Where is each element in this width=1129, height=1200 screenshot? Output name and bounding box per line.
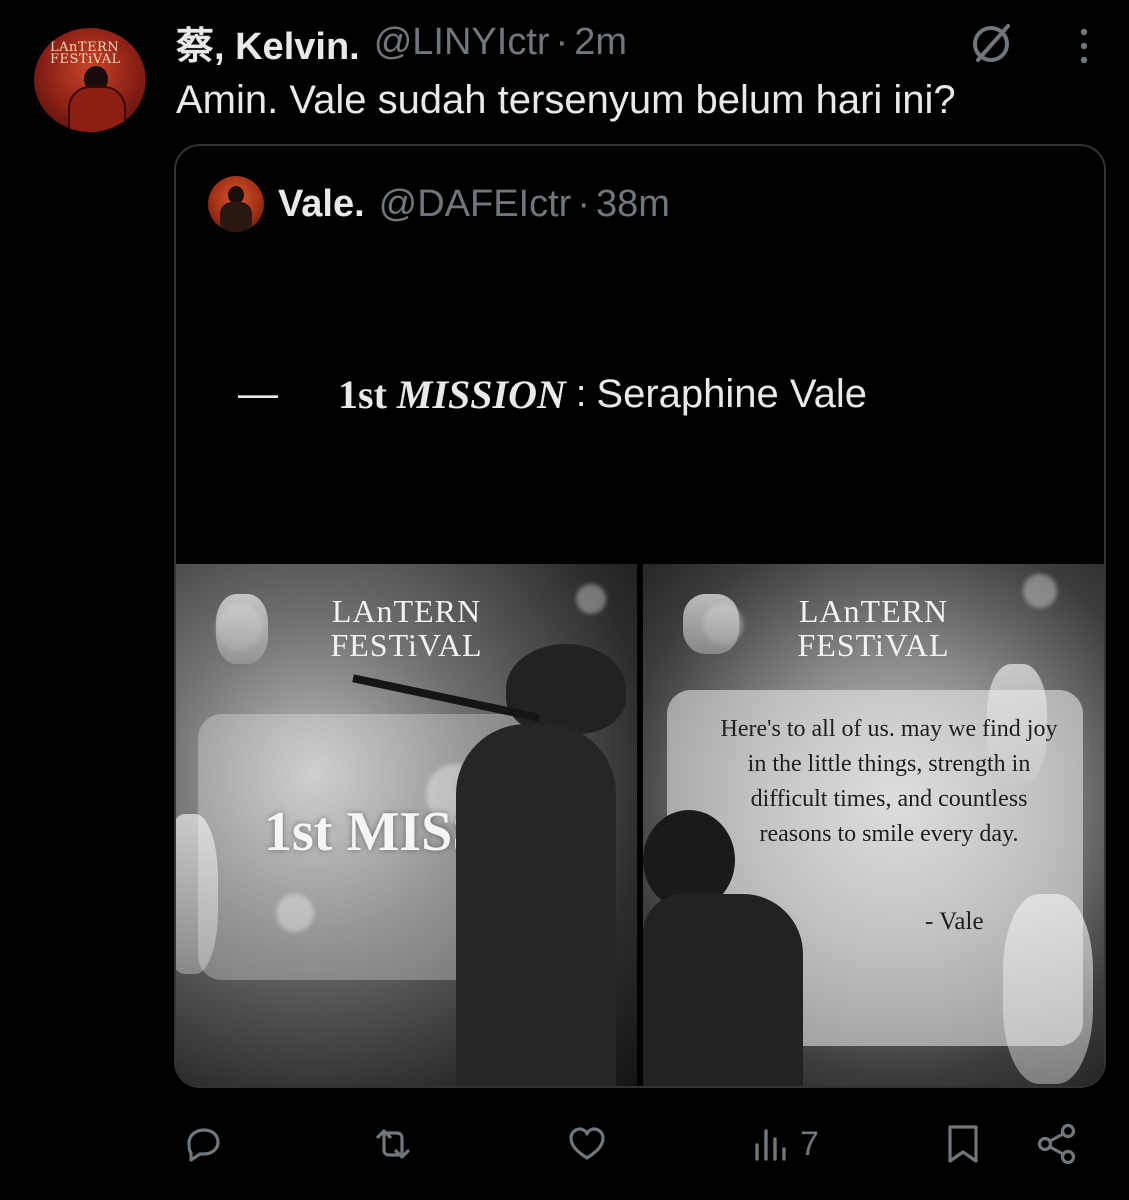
quoted-timestamp[interactable]: 38m (596, 183, 670, 226)
tweet-action-bar: 7 (0, 1120, 1129, 1170)
quoted-tweet-text: — 1st MISSION : Seraphine Vale (238, 364, 867, 424)
grok-icon[interactable] (966, 18, 1016, 68)
avatar-person-body (68, 86, 126, 132)
mission-separator: : (575, 372, 587, 415)
avatar-logo: LAnTERN FESTiVAL (50, 40, 121, 67)
author-handle[interactable]: @LINYIctr (374, 21, 550, 64)
author-avatar[interactable]: LAnTERN FESTiVAL (34, 28, 146, 132)
mission-subject: Seraphine Vale (596, 371, 867, 416)
share-icon (1037, 1123, 1076, 1165)
quoted-avatar-body (220, 202, 252, 232)
author-display-name[interactable]: 蔡, Kelvin. (176, 15, 360, 70)
quoted-display-name[interactable]: Vale. (278, 183, 365, 226)
mission-title: 1st MISSION (338, 371, 566, 418)
bookmark-button[interactable] (940, 1120, 986, 1168)
quoted-handle[interactable]: @DAFEIctr (379, 183, 572, 226)
retweet-icon (376, 1129, 410, 1159)
like-button[interactable] (564, 1120, 610, 1168)
mission-word: MISSION (396, 371, 566, 417)
media-image-right[interactable]: LAnTERN FESTiVAL Here's to all of us. ma… (643, 564, 1104, 1086)
share-button[interactable] (1034, 1120, 1080, 1168)
quoted-tweet-header: Vale. @DAFEIctr · 38m (278, 178, 670, 230)
reply-button[interactable] (180, 1120, 226, 1168)
tweet-timestamp[interactable]: 2m (574, 21, 627, 64)
reply-icon (187, 1128, 220, 1162)
quoted-author-avatar[interactable] (208, 176, 264, 232)
retweet-button[interactable] (370, 1120, 416, 1168)
image-quote-signature: - Vale (925, 908, 984, 935)
heart-icon (569, 1127, 605, 1160)
tweet-text: Amin. Vale sudah tersenyum belum hari in… (176, 78, 956, 122)
more-options-icon[interactable] (1070, 26, 1098, 66)
views-icon (755, 1129, 786, 1161)
bookmark-icon (948, 1125, 978, 1163)
quoted-tweet-card[interactable]: Vale. @DAFEIctr · 38m — 1st MISSION : Se… (174, 144, 1106, 1088)
mission-ordinal: 1st (338, 371, 387, 417)
views-button[interactable]: 7 (750, 1120, 819, 1168)
media-grid: LAnTERN FESTiVAL 1st MISSION LAnTERN FES… (176, 564, 1104, 1086)
festival-logo: LAnTERN FESTiVAL (797, 593, 950, 663)
image-quote-text: Here's to all of us. may we find joy in … (720, 716, 1058, 847)
figure-silhouette (506, 644, 626, 734)
media-image-left[interactable]: LAnTERN FESTiVAL 1st MISSION (176, 564, 637, 1086)
em-dash: — (238, 371, 278, 416)
views-count: 7 (800, 1124, 819, 1163)
separator-dot: · (577, 182, 590, 225)
tweet-header: 蔡, Kelvin. @LINYIctr · 2m (176, 16, 627, 68)
separator-dot: · (555, 20, 569, 63)
